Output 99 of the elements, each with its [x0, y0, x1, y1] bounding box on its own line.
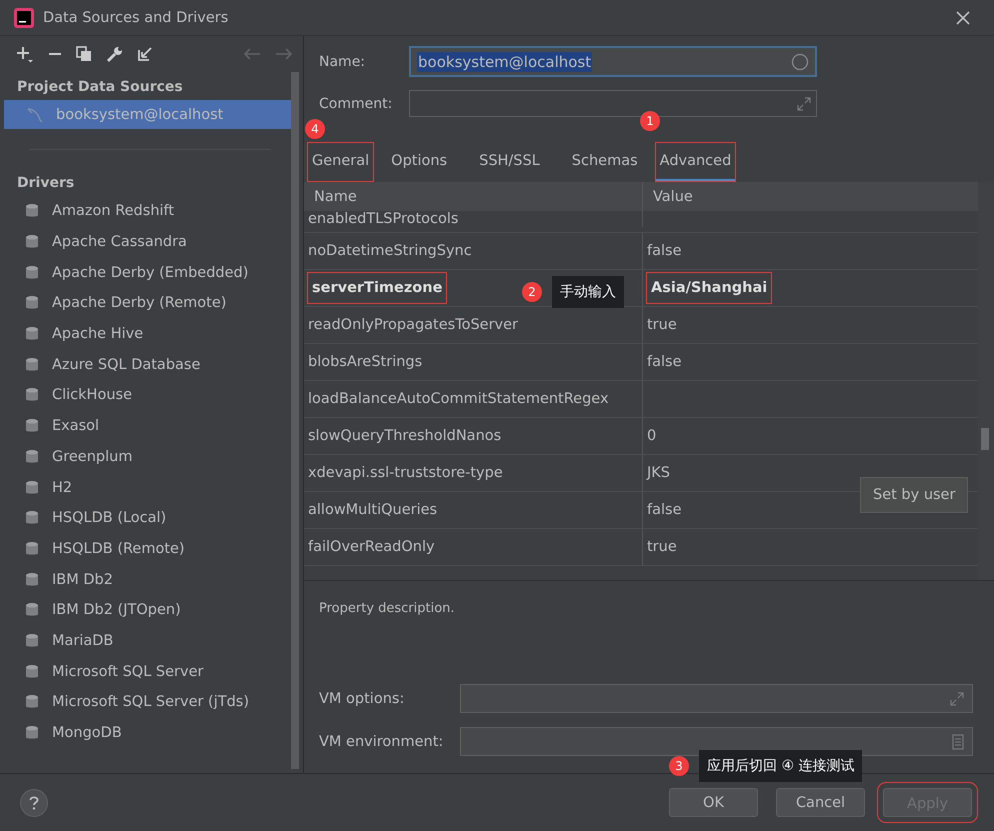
property-value: false [647, 243, 682, 259]
database-icon [24, 694, 40, 710]
property-name: xdevapi.ssl-truststore-type [308, 465, 503, 481]
back-arrow-icon[interactable] [243, 47, 261, 61]
database-icon [24, 203, 40, 220]
property-value: JKS [647, 465, 670, 481]
database-icon [24, 448, 40, 465]
property-name: enabledTLSProtocols [308, 211, 458, 227]
property-name: serverTimezone [308, 273, 446, 303]
property-value: false [647, 502, 682, 518]
driver-item[interactable]: H2 [4, 472, 291, 503]
driver-item[interactable]: MariaDB [4, 626, 291, 656]
help-button[interactable] [20, 788, 48, 816]
document-icon[interactable] [952, 734, 964, 750]
window-title: Data Sources and Drivers [43, 10, 228, 26]
driver-item[interactable]: HSQLDB (Remote) [4, 534, 291, 564]
question-icon [29, 796, 39, 810]
property-value: false [647, 354, 682, 370]
database-icon [24, 295, 40, 312]
copy-icon[interactable] [76, 46, 92, 62]
vm-environment-field[interactable] [460, 727, 973, 756]
driver-item[interactable]: MongoDB [4, 718, 291, 748]
column-header[interactable]: Name [304, 182, 643, 211]
property-name: slowQueryThresholdNanos [308, 428, 502, 444]
driver-item[interactable]: IBM Db2 [4, 564, 291, 595]
property-name: loadBalanceAutoCommitStatementRegex [308, 391, 609, 407]
driver-item[interactable]: Microsoft SQL Server (jTds) [4, 687, 291, 718]
dialog-button[interactable]: Cancel [776, 788, 865, 817]
database-icon [24, 480, 40, 496]
tab[interactable]: Options [376, 142, 462, 182]
property-description: Property description. [319, 601, 455, 616]
name-value: booksystem@localhost [417, 52, 592, 72]
tab[interactable]: Schemas [556, 142, 653, 182]
app-logo-icon [14, 8, 34, 28]
expand-icon[interactable] [950, 692, 964, 706]
dolphin-icon [26, 106, 44, 122]
driver-item[interactable]: Apache Derby (Remote) [4, 288, 291, 319]
property-name: noDatetimeStringSync [308, 243, 472, 259]
vm-options-label: VM options: [319, 690, 406, 706]
circle-icon[interactable] [791, 52, 809, 70]
property-name: blobsAreStrings [308, 354, 422, 370]
database-icon [24, 510, 40, 526]
driver-item[interactable]: HSQLDB (Local) [4, 502, 291, 534]
scrollbar[interactable] [291, 72, 299, 769]
wrench-icon[interactable] [106, 46, 123, 62]
close-icon[interactable] [956, 10, 970, 24]
database-icon [24, 234, 40, 250]
step-badge: 3 [669, 756, 689, 776]
vm-environment-label: VM environment: [319, 734, 444, 750]
driver-item[interactable]: Apache Cassandra [4, 226, 291, 258]
comment-label: Comment: [319, 96, 394, 112]
driver-item[interactable]: Azure SQL Database [4, 349, 291, 380]
import-icon[interactable] [137, 46, 153, 62]
forward-arrow-icon[interactable] [275, 47, 293, 61]
step-badge: 2 [522, 282, 542, 302]
property-name: failOverReadOnly [308, 539, 435, 555]
database-icon [24, 602, 40, 618]
database-icon [24, 326, 40, 342]
driver-item[interactable]: Exasol [4, 410, 291, 442]
property-value: Asia/Shanghai [647, 273, 772, 303]
callout-note: 应用后切回 ④ 连接测试 [699, 750, 862, 782]
property-name: readOnlyPropagatesToServer [308, 317, 518, 333]
expand-icon[interactable] [797, 96, 811, 110]
name-field[interactable]: booksystem@localhost [409, 46, 817, 77]
vm-options-field[interactable] [460, 684, 973, 713]
column-header[interactable]: Value [643, 182, 978, 211]
database-icon [24, 264, 40, 281]
database-icon [24, 572, 40, 588]
property-value: true [647, 539, 677, 555]
tooltip: Set by user [860, 477, 968, 513]
database-icon [24, 387, 40, 404]
driver-item[interactable]: Greenplum [4, 442, 291, 472]
driver-item[interactable]: Apache Derby (Embedded) [4, 257, 291, 288]
driver-item[interactable]: Amazon Redshift [4, 196, 291, 227]
dialog-button[interactable]: OK [669, 788, 758, 817]
property-value: 0 [647, 428, 656, 444]
database-icon [24, 725, 40, 742]
database-icon [24, 418, 40, 434]
database-icon [24, 632, 40, 649]
tab[interactable]: SSH/SSL [464, 142, 555, 182]
scrollbar[interactable] [981, 428, 989, 450]
comment-field[interactable] [409, 90, 817, 117]
driver-item[interactable]: ClickHouse [4, 380, 291, 411]
section-header: Project Data Sources [16, 78, 184, 97]
tab[interactable]: General [307, 142, 374, 182]
step-badge: 1 [640, 111, 660, 131]
property-name: allowMultiQueries [308, 502, 438, 518]
section-header: Drivers [16, 174, 76, 193]
driver-item[interactable]: IBM Db2 (JTOpen) [4, 594, 291, 626]
callout-note: 手动输入 [552, 276, 624, 308]
driver-item[interactable]: Microsoft SQL Server [4, 656, 291, 687]
step-badge: 4 [305, 119, 325, 139]
database-icon [24, 664, 40, 680]
add-icon[interactable] [16, 45, 34, 63]
property-value: true [647, 317, 677, 333]
name-label: Name: [319, 54, 366, 70]
database-icon [24, 356, 40, 373]
database-icon [24, 540, 40, 557]
driver-item[interactable]: Apache Hive [4, 318, 291, 350]
